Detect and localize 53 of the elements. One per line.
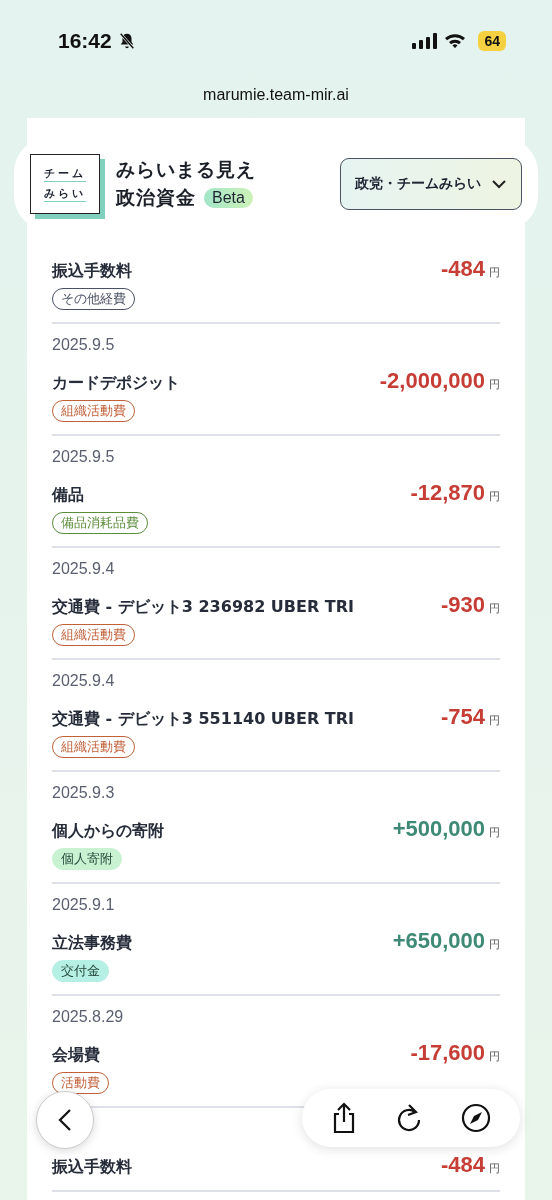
currency-unit: 円 [489, 489, 500, 504]
currency-unit: 円 [489, 601, 500, 616]
battery-indicator: 64 [478, 31, 506, 51]
logo-text: チーム [44, 166, 86, 182]
beta-badge: Beta [204, 188, 253, 208]
transaction-title: 振込手数料 [52, 1157, 133, 1178]
signal-icon [412, 33, 439, 49]
logo-text: みらい [44, 186, 86, 202]
currency-unit: 円 [489, 377, 500, 392]
muted-bell-icon [117, 32, 136, 50]
status-time: 16:42 [58, 29, 112, 53]
transaction-title: カードデポジット [52, 373, 181, 394]
transaction-date: 2025.9.3 [52, 784, 116, 803]
transaction-amount: -930 [440, 592, 485, 618]
chevron-left-icon [58, 1108, 72, 1132]
transaction-amount: -2,000,000 [379, 368, 485, 394]
transaction-title: 振込手数料 [52, 261, 133, 282]
transaction-date: 2025.9.4 [52, 560, 116, 579]
compass-icon[interactable] [461, 1103, 491, 1133]
transaction-amount: +500,000 [392, 816, 485, 842]
chevron-down-icon [491, 179, 507, 189]
transaction-amount: +650,000 [392, 928, 485, 954]
transaction-title: 立法事務費 [52, 933, 133, 954]
site-title: 政治資金 [116, 185, 196, 210]
transaction-amount: -12,870 [410, 480, 485, 506]
transaction-amount: -17,600 [410, 1040, 485, 1066]
currency-unit: 円 [489, 1161, 500, 1176]
url-text[interactable]: marumie.team-mir.ai [203, 86, 349, 104]
transaction-amount: -484 [440, 1152, 485, 1178]
site-title: みらいまる見え [116, 157, 256, 182]
transaction-title: 個人からの寄附 [52, 821, 165, 842]
transaction-date: 2025.8.29 [52, 1008, 125, 1027]
currency-unit: 円 [489, 937, 500, 952]
currency-unit: 円 [489, 1049, 500, 1064]
category-tag: 交付金 [52, 960, 109, 982]
transaction-amount: -754 [440, 704, 485, 730]
currency-unit: 円 [489, 265, 500, 280]
transaction-title: 備品 [52, 485, 85, 506]
wifi-icon [444, 33, 467, 49]
transaction-title: 交通費 - デビット3 551140 UBER TRI [52, 709, 356, 730]
transaction-date: 2025.9.1 [52, 896, 116, 915]
organization-dropdown[interactable]: 政党・チームみらい [340, 158, 522, 210]
reload-icon[interactable] [395, 1103, 423, 1133]
currency-unit: 円 [489, 825, 500, 840]
transaction-title: 交通費 - デビット3 236982 UBER TRI [52, 597, 356, 618]
transaction-amount: -484 [440, 256, 485, 282]
category-tag: 個人寄附 [52, 848, 122, 870]
transaction-date: 2025.9.5 [52, 448, 116, 467]
transaction-date: 2025.9.4 [52, 672, 116, 691]
transaction-date: 2025.9.5 [52, 336, 116, 355]
share-icon[interactable] [331, 1102, 357, 1134]
transaction-title: 会場費 [52, 1045, 101, 1066]
currency-unit: 円 [489, 713, 500, 728]
